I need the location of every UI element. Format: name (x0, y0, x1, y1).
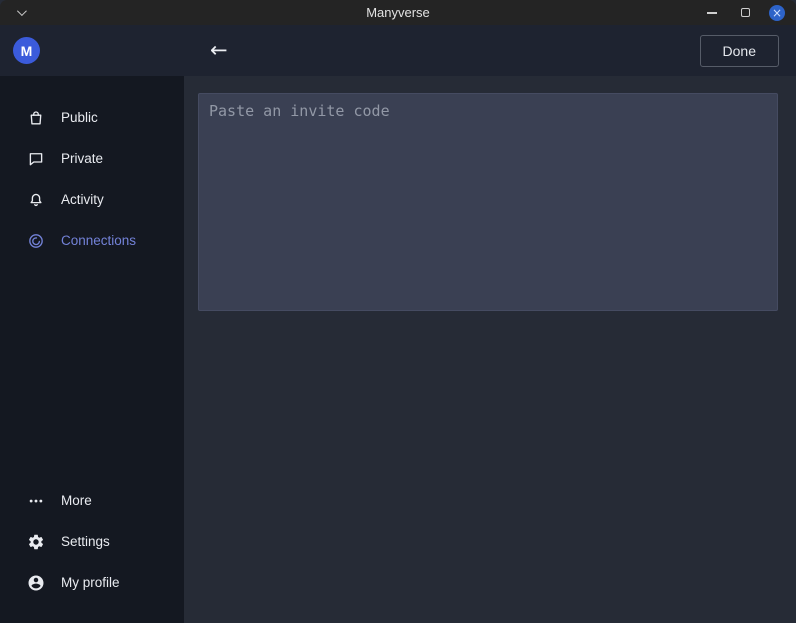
sidebar-item-activity[interactable]: Activity (0, 179, 184, 220)
sidebar-item-connections[interactable]: Connections (0, 220, 184, 261)
sidebar-spacer (0, 261, 184, 480)
sidebar-item-label: Settings (61, 534, 110, 549)
minimize-button[interactable] (703, 4, 721, 22)
window-title: Manyverse (366, 5, 430, 20)
close-button[interactable]: × (769, 5, 785, 21)
minimize-icon (707, 12, 717, 14)
compass-icon (27, 232, 45, 250)
content-area: Public Private Activity (0, 76, 796, 623)
sidebar-item-private[interactable]: Private (0, 138, 184, 179)
invite-code-input[interactable] (198, 93, 778, 311)
bag-icon (27, 109, 45, 127)
sidebar-item-my-profile[interactable]: My profile (0, 562, 184, 603)
main-panel (184, 76, 796, 623)
sidebar-item-label: More (61, 493, 92, 508)
sidebar-item-public[interactable]: Public (0, 97, 184, 138)
profile-icon (27, 574, 45, 592)
chat-icon (27, 150, 45, 168)
chevron-down-icon[interactable] (17, 6, 27, 16)
back-button[interactable]: ← (210, 40, 228, 61)
sidebar-item-settings[interactable]: Settings (0, 521, 184, 562)
bell-icon (27, 191, 45, 209)
gear-icon (27, 533, 45, 551)
sidebar-item-label: My profile (61, 575, 120, 590)
manyverse-logo-icon: M (13, 37, 40, 64)
maximize-button[interactable] (736, 4, 754, 22)
done-button[interactable]: Done (700, 35, 779, 67)
sidebar: Public Private Activity (0, 76, 184, 623)
app-header: M ← Done (0, 25, 796, 76)
sidebar-item-label: Private (61, 151, 103, 166)
maximize-icon (741, 8, 750, 17)
sidebar-item-label: Connections (61, 233, 136, 248)
sidebar-item-label: Public (61, 110, 98, 125)
window-controls: × (703, 4, 785, 22)
sidebar-item-label: Activity (61, 192, 104, 207)
os-titlebar: Manyverse × (0, 0, 796, 25)
more-icon (27, 492, 45, 510)
logo-area: M (0, 37, 184, 64)
sidebar-item-more[interactable]: More (0, 480, 184, 521)
